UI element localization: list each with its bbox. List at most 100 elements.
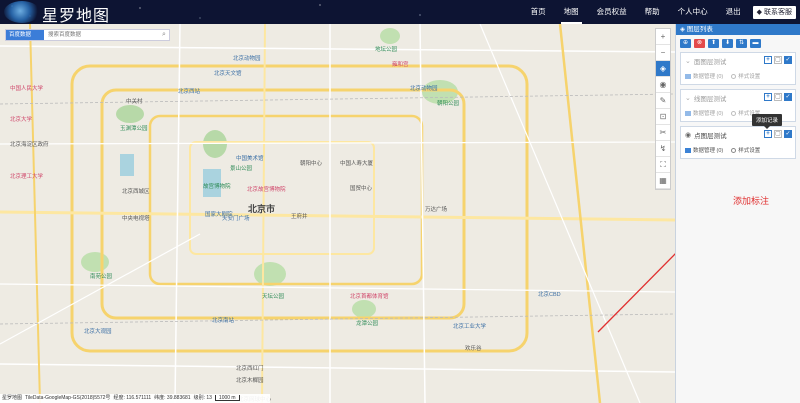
map-place-label[interactable]: 欢乐谷 [465,344,482,352]
locate-tool[interactable]: ◉ [656,77,670,93]
map-place-label[interactable]: 中国人寿大厦 [340,159,373,167]
top-nav: 首页 地图 会员权益 帮助 个人中心 退出 ◆ 联系客服 [522,0,800,24]
map-place-label[interactable]: 北京CBD [538,290,561,298]
map-place-label[interactable]: 南苑公园 [90,272,112,280]
chart-tool[interactable]: ↯ [656,141,670,157]
map-place-label[interactable]: 北京海淀区政府 [10,140,49,148]
crop-tool[interactable]: ⊡ [656,109,670,125]
map-place-label[interactable]: 北京工业大学 [453,322,486,330]
zoom-in-tool[interactable]: + [656,29,670,45]
table-icon [685,111,691,117]
map-place-label[interactable]: 地坛公园 [375,45,397,53]
map-place-label[interactable]: 万达广场 [425,205,447,213]
nav-item-5[interactable]: 退出 [717,0,750,24]
data-manage-link[interactable]: 数据管理 (0) [685,72,723,80]
top-bar: 星罗地图 首页 地图 会员权益 帮助 个人中心 退出 ◆ 联系客服 [0,0,800,25]
data-manage-label: 数据管理 (0) [693,111,724,117]
contact-label: 联系客服 [764,8,792,16]
layer-checkbox[interactable]: ✓ [784,93,792,101]
search-icon[interactable]: ⌕ [159,31,169,39]
map-place-label[interactable]: 北京动物园 [410,84,438,92]
layer-list: ⌄ 面图层测试 + ▢ ✓ 数据管理 (0) 样式设置 ⌄ 线图层测试 + ▢ ✓ 数据管理 (0) 样式… [676,52,800,159]
map-place-label[interactable]: 景山公园 [230,164,252,172]
map-place-label[interactable]: 中国美术馆 [236,154,264,162]
move-up-button[interactable]: ⬆ [708,39,719,48]
contact-support-button[interactable]: ◆ 联系客服 [752,5,796,19]
map-place-label[interactable]: 北京大学 [10,115,32,123]
map-place-label[interactable]: 天坛公园 [262,292,284,300]
add-record-button[interactable]: + [764,130,772,138]
map-place-label[interactable]: 北京西城区 [122,187,150,195]
map-place-label[interactable]: 国贸中心 [350,184,372,192]
layer-checkbox[interactable]: ✓ [784,56,792,64]
status-lat: 纬度: 39.883681 [154,395,191,401]
nav-item-0[interactable]: 首页 [522,0,555,24]
map-place-label[interactable]: 龙潭公园 [356,319,378,327]
add-record-button[interactable]: + [764,56,772,64]
chevron-down-icon[interactable]: ⌄ [685,94,691,102]
layer-item[interactable]: ◉ 点图层测试 + ▢ ✓ 数据管理 (0) 样式设置 [680,126,796,159]
search-source-select[interactable]: 百度数据 [6,30,44,40]
layers-icon: ◈ [680,26,687,33]
map-place-label[interactable]: 王府井 [291,212,308,220]
add-record-button[interactable]: + [764,93,772,101]
palette-icon [731,74,737,80]
style-settings-link[interactable]: 样式设置 [731,72,760,80]
map-place-label[interactable]: 北京理工大学 [10,172,43,180]
style-settings-link[interactable]: 样式设置 [731,146,760,154]
map-place-label[interactable]: 北京动物园 [233,54,261,62]
data-manage-link[interactable]: 数据管理 (0) [685,146,723,154]
status-level: 级别: 13 [193,395,212,401]
map-place-label[interactable]: 朝阳公园 [437,99,459,107]
layer-meta: 数据管理 (0) 样式设置 [685,146,791,154]
copy-icon[interactable]: ▢ [774,56,782,64]
map-place-label[interactable]: 故宫博物院 [203,182,231,190]
search-input[interactable] [44,30,159,40]
add-layer-button[interactable]: ⊕ [680,39,691,48]
map-base [0,24,675,403]
map-canvas[interactable]: 北京动物园 地坛公园 雍和宫 北京天文馆 北京西站 中关村 玉渊潭公园 中国人民大学 北京大学北… [0,24,675,403]
map-place-label[interactable]: 北京西站 [178,87,200,95]
eye-icon[interactable]: ◉ [685,131,691,139]
reorder-button[interactable]: ⇅ [736,39,747,48]
clip-tool[interactable]: ✂ [656,125,670,141]
map-place-label[interactable]: 北京南站 [212,316,234,324]
map-place-label[interactable]: 北京大观园 [84,327,112,335]
move-down-button[interactable]: ⬇ [722,39,733,48]
copy-icon[interactable]: ▢ [774,130,782,138]
palette-icon [731,111,737,117]
layer-item[interactable]: ⌄ 面图层测试 + ▢ ✓ 数据管理 (0) 样式设置 [680,52,796,85]
copy-icon[interactable]: ▢ [774,93,782,101]
nav-item-3[interactable]: 帮助 [636,0,669,24]
table-icon [685,74,691,80]
layer-name: 点图层测试 [694,133,727,140]
map-place-label[interactable]: 中国人民大学 [10,84,43,92]
image-tool[interactable]: ▦ [656,173,670,189]
map-place-label[interactable]: 雍和宫 [392,60,409,68]
nav-item-2[interactable]: 会员权益 [588,0,636,24]
map-place-label[interactable]: 玉渊潭公园 [120,124,148,132]
delete-layer-button[interactable]: ⊗ [694,39,705,48]
chevron-down-icon[interactable]: ⌄ [685,57,691,65]
nav-item-4[interactable]: 个人中心 [669,0,717,24]
map-place-label[interactable]: 北京西红门 [236,364,264,372]
map-place-label[interactable]: 朝阳中心 [300,159,322,167]
fullscreen-tool[interactable]: ⛶ [656,157,670,173]
map-place-label[interactable]: 中关村 [126,97,143,105]
measure-tool[interactable]: ✎ [656,93,670,109]
map-place-label[interactable]: 北京故宫博物院 [247,185,286,193]
data-manage-label: 数据管理 (0) [693,148,724,154]
map-place-label[interactable]: 国家大剧院 [205,210,233,218]
map-place-label[interactable]: 北京首都体育馆 [350,292,389,300]
layers-tool[interactable]: ◈ [656,61,670,77]
layer-checkbox[interactable]: ✓ [784,130,792,138]
nav-item-1[interactable]: 地图 [555,0,588,24]
collapse-button[interactable]: ▬ [750,39,761,48]
map-place-label[interactable]: 北京木樨园 [236,376,264,384]
zoom-out-tool[interactable]: − [656,45,670,61]
status-brand: 星罗地图 [2,395,23,401]
map-place-label[interactable]: 中央电视塔 [122,214,150,222]
data-manage-link[interactable]: 数据管理 (0) [685,109,723,117]
status-bar: 星罗地图 TileData-GoogleMap-GS(2018)5572号 经度… [0,394,270,403]
map-place-label[interactable]: 北京天文馆 [214,69,242,77]
